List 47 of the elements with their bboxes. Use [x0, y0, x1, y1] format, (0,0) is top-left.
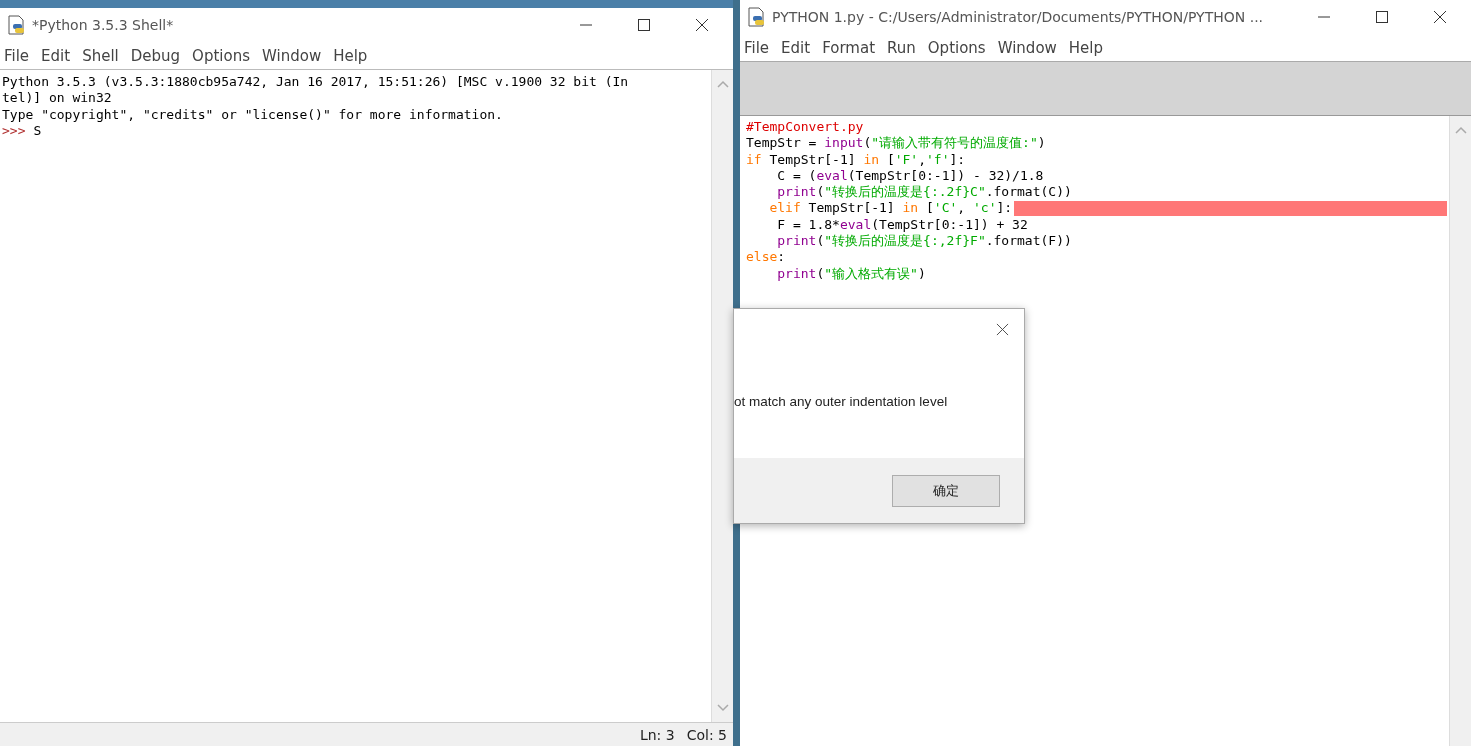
code-line: C = (eval(TempStr[0:-1]) - 32)/1.8	[777, 167, 1044, 185]
scroll-up-icon[interactable]	[716, 80, 729, 88]
scrollbar[interactable]	[711, 70, 733, 722]
menu-item[interactable]: Window	[997, 38, 1065, 57]
dialog-message: ot match any outer indentation level	[734, 394, 949, 409]
menu-item[interactable]: Edit	[41, 46, 79, 65]
menu-item[interactable]: Shell	[82, 46, 127, 65]
menu-item[interactable]: Help	[1068, 38, 1112, 57]
code-line: print("转换后的温度是{:,2f}F".format(F))	[777, 233, 1072, 250]
shell-prompt: >>>	[2, 122, 26, 140]
scroll-up-icon[interactable]	[1454, 126, 1467, 134]
menu-item[interactable]: Options	[192, 46, 258, 65]
shell-output: tel)] on win32	[2, 90, 112, 107]
code-line: print("输入格式有误")	[777, 265, 926, 282]
menu-item[interactable]: Help	[333, 46, 376, 65]
close-icon[interactable]	[996, 323, 1009, 336]
maximize-icon[interactable]	[637, 18, 651, 32]
menu-item[interactable]: File	[4, 46, 38, 65]
menu-item[interactable]: Options	[927, 38, 994, 57]
code-line: if TempStr[-1] in ['F','f']:	[746, 151, 966, 168]
scrollbar[interactable]	[1449, 116, 1471, 746]
menu-item[interactable]: File	[744, 38, 778, 57]
code-line: print("转换后的温度是{:.2f}C".format(C))	[777, 184, 1072, 201]
scroll-down-icon[interactable]	[716, 704, 729, 712]
menu-item[interactable]: Run	[887, 38, 924, 57]
menu-item[interactable]: Edit	[781, 38, 819, 57]
code-line: F = 1.8*eval(TempStr[0:-1]) + 32	[777, 216, 1028, 234]
python-file-icon	[746, 7, 766, 27]
menu-item[interactable]: Debug	[130, 46, 189, 65]
shell-output: Python 3.5.3 (v3.5.3:1880cb95a742, Jan 16 2017, 15:51:26) [MSC v.1900 32 bit (In	[2, 74, 629, 91]
window-title: *Python 3.5.3 Shell*	[32, 17, 174, 33]
maximize-icon[interactable]	[1375, 10, 1389, 24]
code-line: elif TempStr[-1] in ['C', 'c']:	[769, 200, 1013, 217]
code-line: #TempConvert.py	[746, 119, 864, 136]
status-text: Ln: 3	[639, 726, 675, 743]
input-text: S	[33, 122, 42, 140]
code-line: else:	[746, 249, 786, 266]
menu-item[interactable]: Format	[822, 38, 884, 57]
window-title: PYTHON 1.py - C:/Users/Administrator/Documents/PYTHON/PYTHON ...	[772, 9, 1264, 25]
ok-button[interactable]: 确定	[892, 474, 1000, 507]
menu-item[interactable]: Window	[262, 46, 330, 65]
close-icon[interactable]	[1433, 10, 1447, 24]
code-line: TempStr = input("请输入带有符号的温度值:")	[746, 135, 1046, 152]
shell-output: Type "copyright", "credits" or "license()" for more information.	[2, 106, 503, 123]
close-icon[interactable]	[695, 18, 709, 32]
python-file-icon	[6, 15, 26, 35]
status-text: Col: 5	[686, 726, 727, 743]
